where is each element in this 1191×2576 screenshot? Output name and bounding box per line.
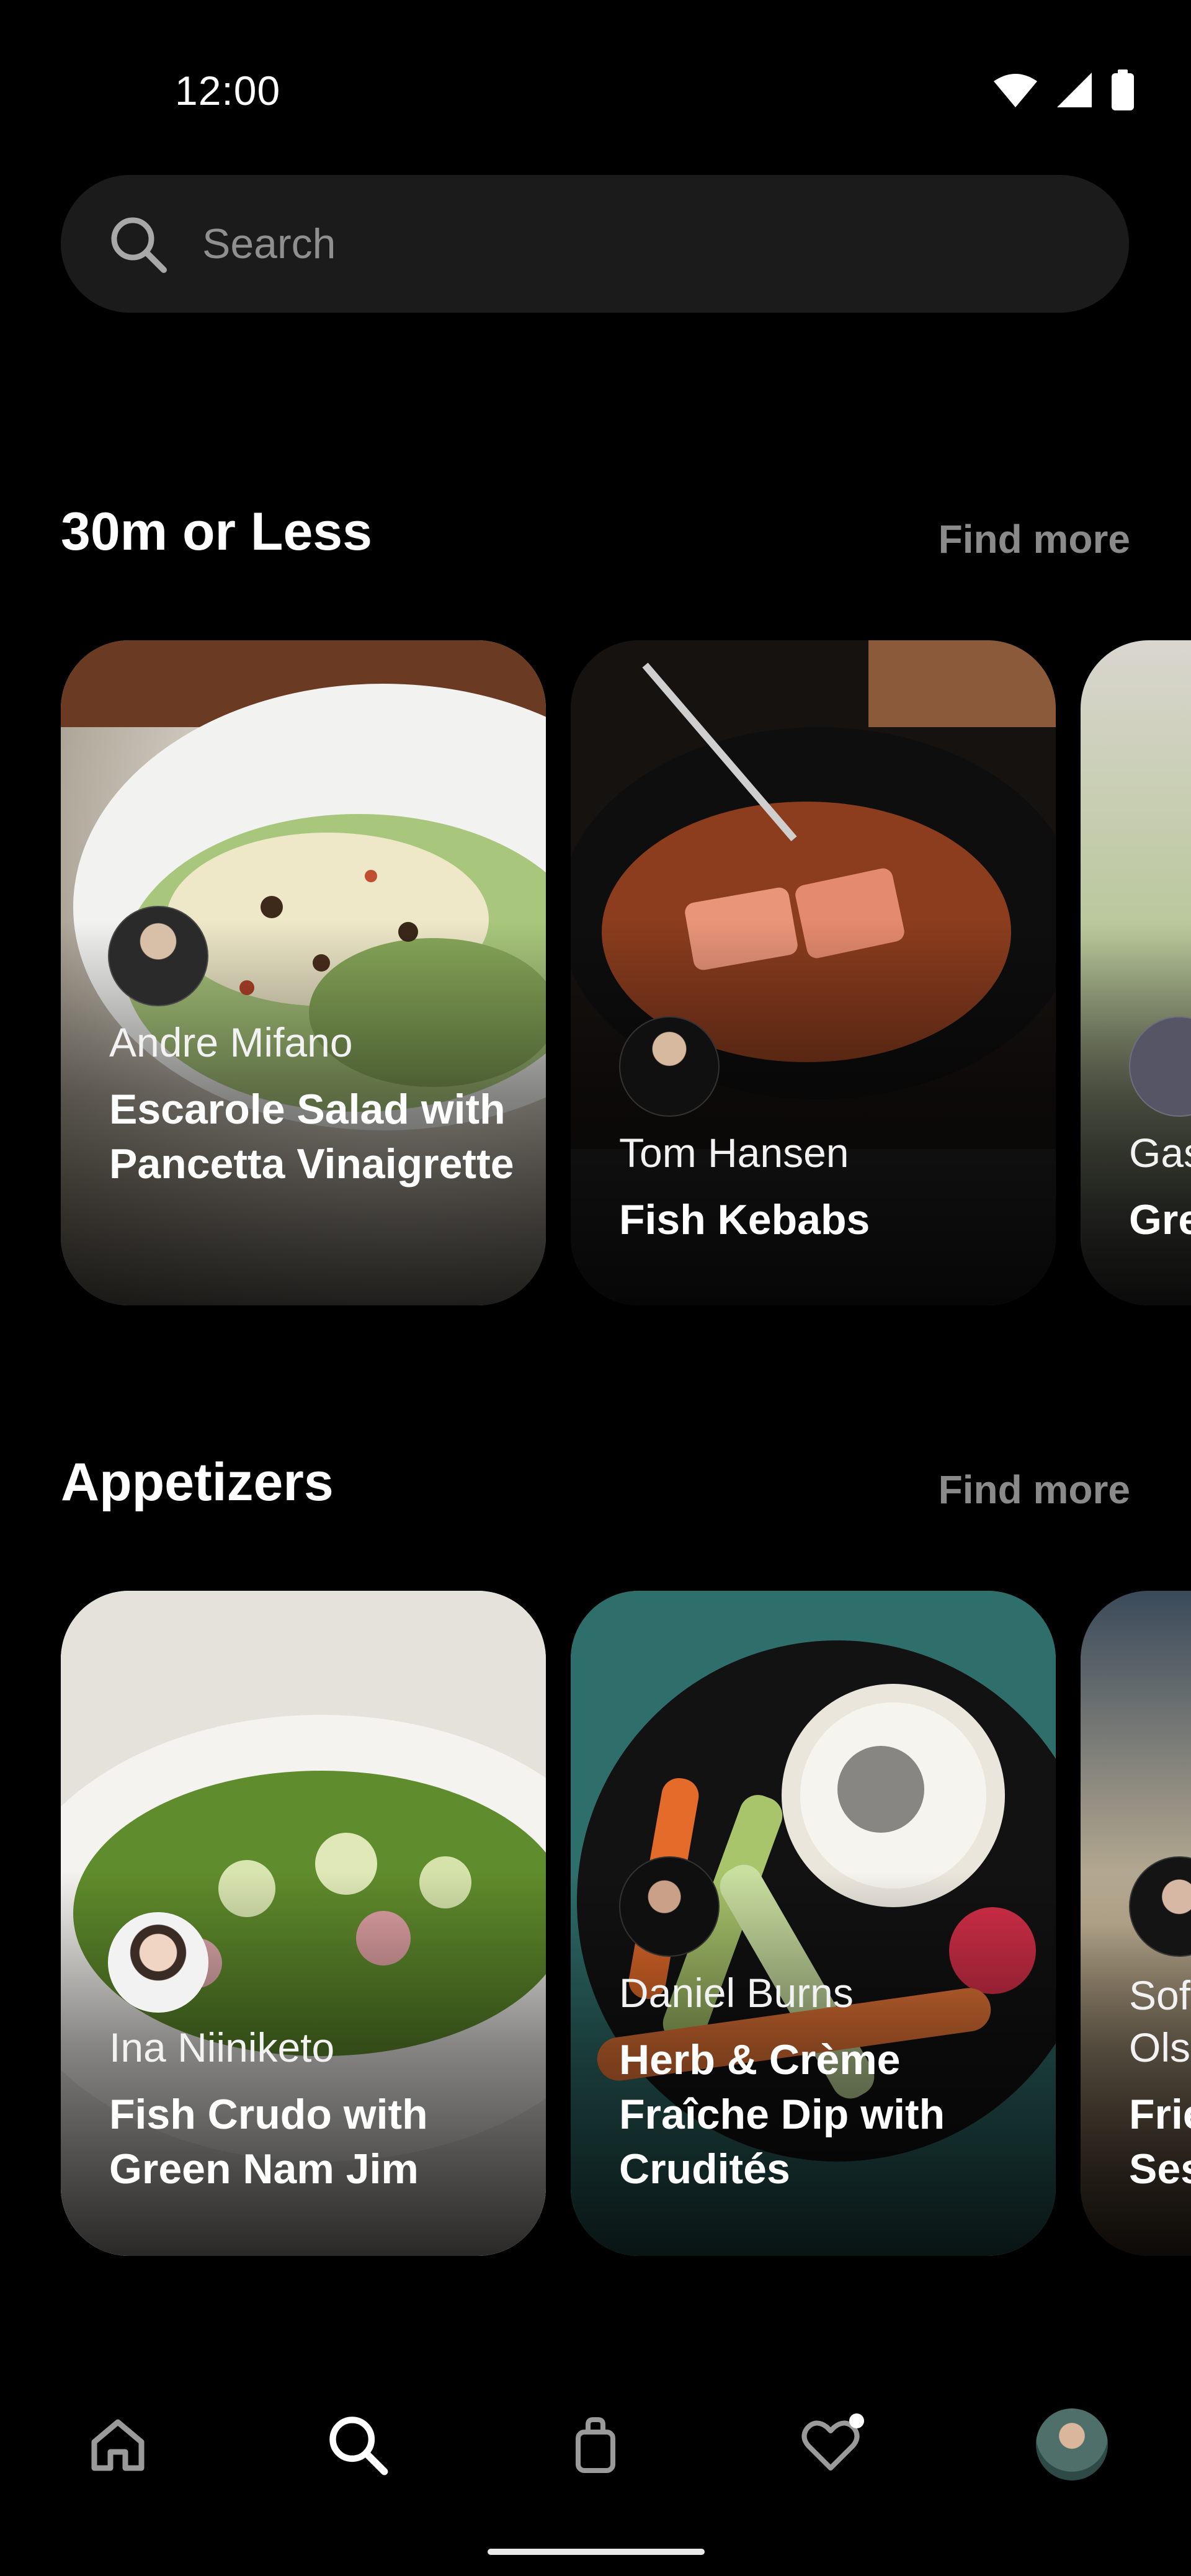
search-icon	[105, 212, 170, 276]
shopping-bag-icon	[576, 2417, 615, 2473]
status-bar: 12:00	[0, 0, 1191, 124]
chef-avatar[interactable]	[619, 1016, 720, 1117]
nav-profile[interactable]	[1035, 2407, 1109, 2482]
search-icon	[329, 2417, 388, 2475]
favorites-icon	[801, 2413, 864, 2471]
chef-avatar[interactable]	[619, 1856, 720, 1957]
recipe-card[interactable]: Gas Gre	[1081, 640, 1191, 1305]
search-bar[interactable]	[61, 175, 1129, 313]
chef-name: Daniel Burns	[619, 1970, 854, 2016]
nav-favorites[interactable]	[796, 2407, 871, 2482]
nav-home[interactable]	[81, 2407, 155, 2482]
home-indicator[interactable]	[488, 2549, 705, 2555]
status-icons	[993, 69, 1135, 110]
dish-title: Fish Crudo with Green Nam Jim	[109, 2091, 428, 2193]
chef-name: Sof Ols	[1129, 1972, 1191, 2070]
nav-bag[interactable]	[558, 2407, 633, 2482]
chef-avatar[interactable]	[108, 1912, 208, 2013]
dish-title: Herb & Crème Fraîche Dip with Crudités	[619, 2036, 945, 2193]
find-more-link-appetizers[interactable]: Find more	[939, 1467, 1130, 1513]
status-time: 12:00	[175, 68, 281, 114]
chef-name: Tom Hansen	[619, 1130, 849, 1176]
wifi-icon	[994, 74, 1037, 107]
section-title-appetizers: Appetizers	[61, 1452, 334, 1512]
recipe-card[interactable]: Daniel Burns Herb & Crème Fraîche Dip wi…	[571, 1591, 1056, 2256]
chef-name: Gas	[1129, 1130, 1191, 1176]
recipe-card[interactable]: Andre Mifano Escarole Salad with Pancett…	[61, 640, 546, 1305]
recipe-card[interactable]: Ina Niiniketo Fish Crudo with Green Nam …	[61, 1591, 546, 2256]
home-icon	[91, 2419, 145, 2471]
chef-avatar[interactable]	[108, 906, 208, 1006]
dish-title: Escarole Salad with Pancetta Vinaigrette	[109, 1086, 514, 1187]
recipe-card[interactable]: Sof Ols Frie Ses	[1081, 1591, 1191, 2256]
profile-avatar	[1036, 2408, 1108, 2480]
dish-title: Frie Ses	[1129, 2091, 1191, 2193]
recipe-card[interactable]: Tom Hansen Fish Kebabs	[571, 640, 1056, 1305]
signal-icon	[1057, 73, 1092, 107]
dish-title: Fish Kebabs	[619, 1196, 870, 1243]
battery-icon	[1112, 69, 1134, 110]
search-input[interactable]	[201, 219, 1010, 269]
section-title-30m-or-less: 30m or Less	[61, 502, 372, 561]
chef-name: Ina Niiniketo	[109, 2024, 335, 2070]
chef-name: Andre Mifano	[109, 1019, 353, 1065]
nav-search[interactable]	[320, 2407, 395, 2482]
carousel-appetizers[interactable]: Ina Niiniketo Fish Crudo with Green Nam …	[0, 1591, 1191, 2257]
dish-title: Gre	[1129, 1196, 1191, 1243]
carousel-30m-or-less[interactable]: Andre Mifano Escarole Salad with Pancett…	[0, 640, 1191, 1307]
find-more-link-30m-or-less[interactable]: Find more	[939, 516, 1130, 562]
card-shade	[571, 921, 1056, 1305]
